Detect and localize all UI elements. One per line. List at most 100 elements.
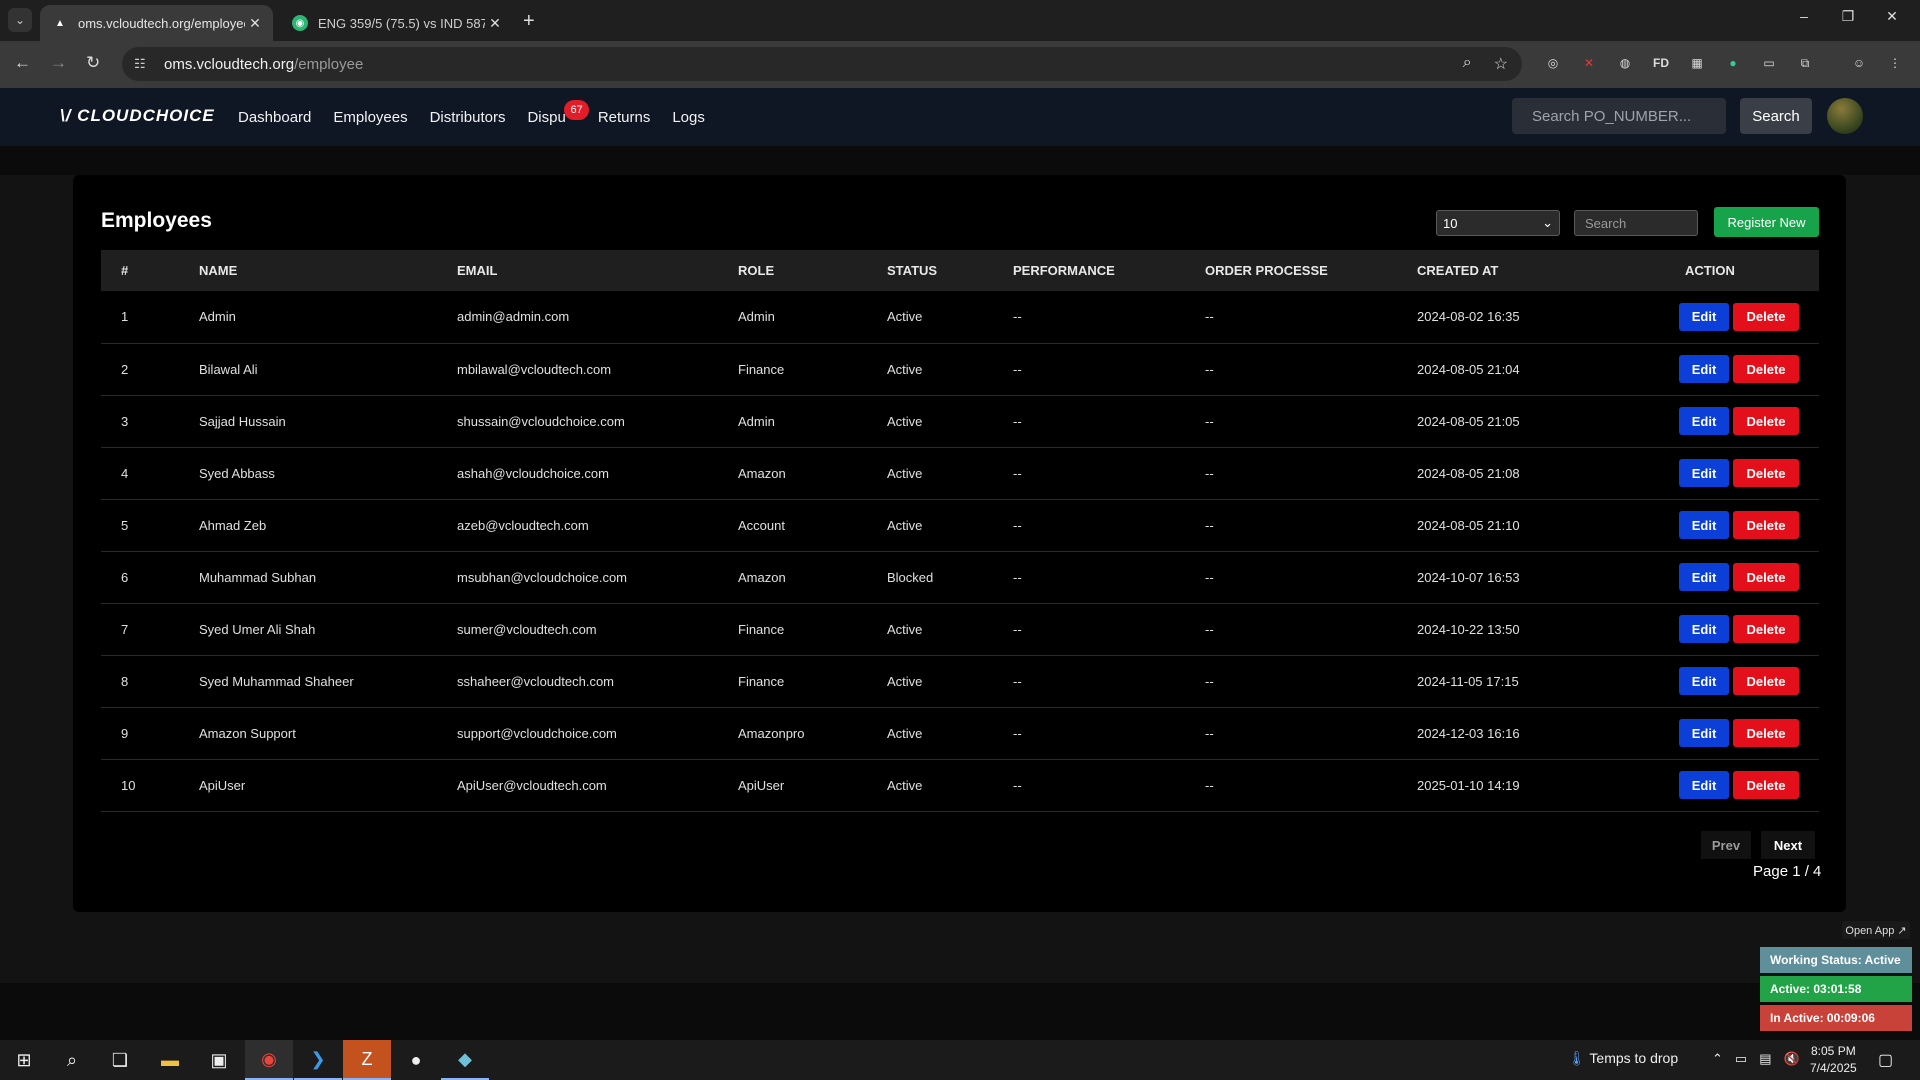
chevron-down-icon: ⌄	[1542, 215, 1553, 230]
app-circle-icon[interactable]: ●	[392, 1040, 440, 1080]
restore-button[interactable]: ❐	[1826, 8, 1870, 25]
header-name: NAME	[199, 263, 238, 278]
employee-search-input[interactable]	[1574, 210, 1698, 236]
site-info-icon[interactable]: ☷	[134, 56, 164, 72]
address-bar[interactable]: ☷ oms.vcloudtech.org/employee ⌕ ☆	[122, 47, 1522, 81]
file-explorer-icon[interactable]: ▬	[146, 1040, 194, 1080]
weather-widget[interactable]: 🌡 Temps to drop	[1568, 1050, 1678, 1067]
delete-button[interactable]: Delete	[1733, 563, 1799, 591]
delete-button[interactable]: Delete	[1733, 667, 1799, 695]
edit-button[interactable]: Edit	[1679, 563, 1729, 591]
minimize-button[interactable]: –	[1782, 8, 1826, 24]
tab-search-chevron-icon[interactable]: ⌄	[8, 8, 32, 32]
taskbar-clock[interactable]: 8:05 PM 7/4/2025	[1810, 1043, 1857, 1077]
forward-arrow-icon[interactable]: →	[50, 53, 67, 73]
extension-green-icon[interactable]: ●	[1723, 53, 1743, 73]
new-tab-plus-icon[interactable]: +	[523, 10, 535, 33]
delete-button[interactable]: Delete	[1733, 719, 1799, 747]
extension-globe-icon[interactable]: ◍	[1615, 53, 1635, 73]
delete-button[interactable]: Delete	[1733, 407, 1799, 435]
browser-menu-icon[interactable]: ⋮	[1885, 53, 1905, 73]
edit-button[interactable]: Edit	[1679, 302, 1729, 331]
search-icon[interactable]: ⌕	[48, 1040, 96, 1080]
speaker-muted-icon[interactable]: 🔇	[1784, 1051, 1800, 1067]
zoom-icon[interactable]: ⌕	[1463, 54, 1472, 74]
edit-button[interactable]: Edit	[1679, 771, 1729, 799]
network-icon[interactable]: ▤	[1759, 1051, 1771, 1067]
user-avatar[interactable]	[1827, 98, 1863, 134]
edit-button[interactable]: Edit	[1679, 511, 1729, 539]
register-new-button[interactable]: Register New	[1714, 207, 1819, 237]
nav-distributors[interactable]: Distributors	[430, 109, 506, 126]
app-diamond-icon[interactable]: ◆	[441, 1040, 489, 1080]
tab-employee[interactable]: ▲ oms.vcloudtech.org/employee ✕	[40, 5, 273, 41]
nav-disputes-label: Dispu	[527, 108, 566, 126]
edit-button[interactable]: Edit	[1679, 407, 1729, 435]
close-tab-icon[interactable]: ✕	[485, 15, 505, 32]
extensions-puzzle-icon[interactable]: ⧉	[1795, 53, 1815, 73]
po-number-search-input[interactable]	[1512, 98, 1726, 134]
vercel-triangle-icon: ▲	[55, 17, 65, 29]
nav-dashboard[interactable]: Dashboard	[238, 109, 311, 126]
delete-button[interactable]: Delete	[1733, 511, 1799, 539]
store-icon[interactable]: ▣	[195, 1040, 243, 1080]
extension-cast-icon[interactable]: ▭	[1759, 53, 1779, 73]
notification-icon[interactable]: ▢	[1878, 1050, 1893, 1070]
nav-disputes[interactable]: Dispu 67	[527, 99, 589, 126]
delete-button[interactable]: Delete	[1733, 459, 1799, 487]
task-view-icon[interactable]: ❏	[96, 1040, 144, 1080]
cloudchoice-logo[interactable]: \/ CLOUDCHOICE	[60, 106, 215, 126]
row-actions: Edit Delete	[1679, 603, 1819, 655]
edit-button[interactable]: Edit	[1679, 719, 1729, 747]
delete-button[interactable]: Delete	[1733, 355, 1799, 383]
extension-x-icon[interactable]: ✕	[1579, 53, 1599, 73]
page-size-select[interactable]: 10 ⌄	[1436, 210, 1560, 236]
table-row: 8 Syed Muhammad Shaheer sshaheer@vcloudtec…	[101, 655, 1819, 707]
row-performance: --	[1013, 673, 1022, 689]
row-status: Active	[887, 725, 923, 741]
extension-glasses-icon[interactable]: ◎	[1543, 53, 1563, 73]
close-window-button[interactable]: ✕	[1870, 8, 1914, 25]
row-created-at: 2024-08-05 21:08	[1417, 465, 1520, 481]
prev-page-button[interactable]: Prev	[1701, 831, 1751, 859]
po-search-button[interactable]: Search	[1740, 98, 1812, 134]
chrome-icon[interactable]: ◉	[245, 1040, 293, 1080]
open-app-button[interactable]: Open App ↗	[1842, 921, 1910, 939]
row-created-at: 2024-08-05 21:10	[1417, 517, 1520, 533]
delete-button[interactable]: Delete	[1733, 302, 1799, 331]
row-orders-processed: --	[1205, 621, 1214, 637]
row-status: Active	[887, 361, 923, 377]
row-orders-processed: --	[1205, 413, 1214, 429]
next-page-button[interactable]: Next	[1761, 831, 1815, 859]
close-tab-icon[interactable]: ✕	[245, 15, 265, 32]
chevron-up-icon[interactable]: ⌃	[1712, 1051, 1723, 1067]
battery-icon[interactable]: ▭	[1735, 1051, 1747, 1067]
edit-button[interactable]: Edit	[1679, 615, 1729, 643]
row-role: Finance	[738, 361, 785, 377]
tab-cricket[interactable]: ◉ ENG 359/5 (75.5) vs IND 587 (H ✕	[280, 5, 513, 41]
table-row: 7 Syed Umer Ali Shah sumer@vcloudtech.com F…	[101, 603, 1819, 655]
row-orders-processed: --	[1205, 309, 1214, 325]
profile-icon[interactable]: ☺	[1849, 53, 1869, 73]
row-name: Admin	[199, 309, 236, 325]
delete-button[interactable]: Delete	[1733, 771, 1799, 799]
nav-employees[interactable]: Employees	[333, 109, 407, 126]
windows-start-icon[interactable]: ⊞	[0, 1040, 48, 1080]
extension-fd-icon[interactable]: FD	[1651, 53, 1671, 73]
edit-button[interactable]: Edit	[1679, 667, 1729, 695]
delete-button[interactable]: Delete	[1733, 615, 1799, 643]
vscode-icon[interactable]: ❯	[294, 1040, 342, 1080]
nav-logs[interactable]: Logs	[672, 109, 705, 126]
edit-button[interactable]: Edit	[1679, 355, 1729, 383]
nav-returns[interactable]: Returns	[598, 109, 651, 126]
zoho-icon[interactable]: Z	[343, 1040, 391, 1080]
edit-button[interactable]: Edit	[1679, 459, 1729, 487]
reload-icon[interactable]: ↻	[86, 53, 100, 73]
row-name: Ahmad Zeb	[199, 517, 267, 533]
bookmark-star-icon[interactable]: ☆	[1494, 54, 1508, 74]
row-name: Amazon Support	[199, 725, 296, 741]
row-actions: Edit Delete	[1679, 759, 1819, 811]
header-created-at: CREATED AT	[1417, 263, 1499, 278]
extension-image-icon[interactable]: ▦	[1687, 53, 1707, 73]
back-arrow-icon[interactable]: ←	[14, 53, 31, 73]
